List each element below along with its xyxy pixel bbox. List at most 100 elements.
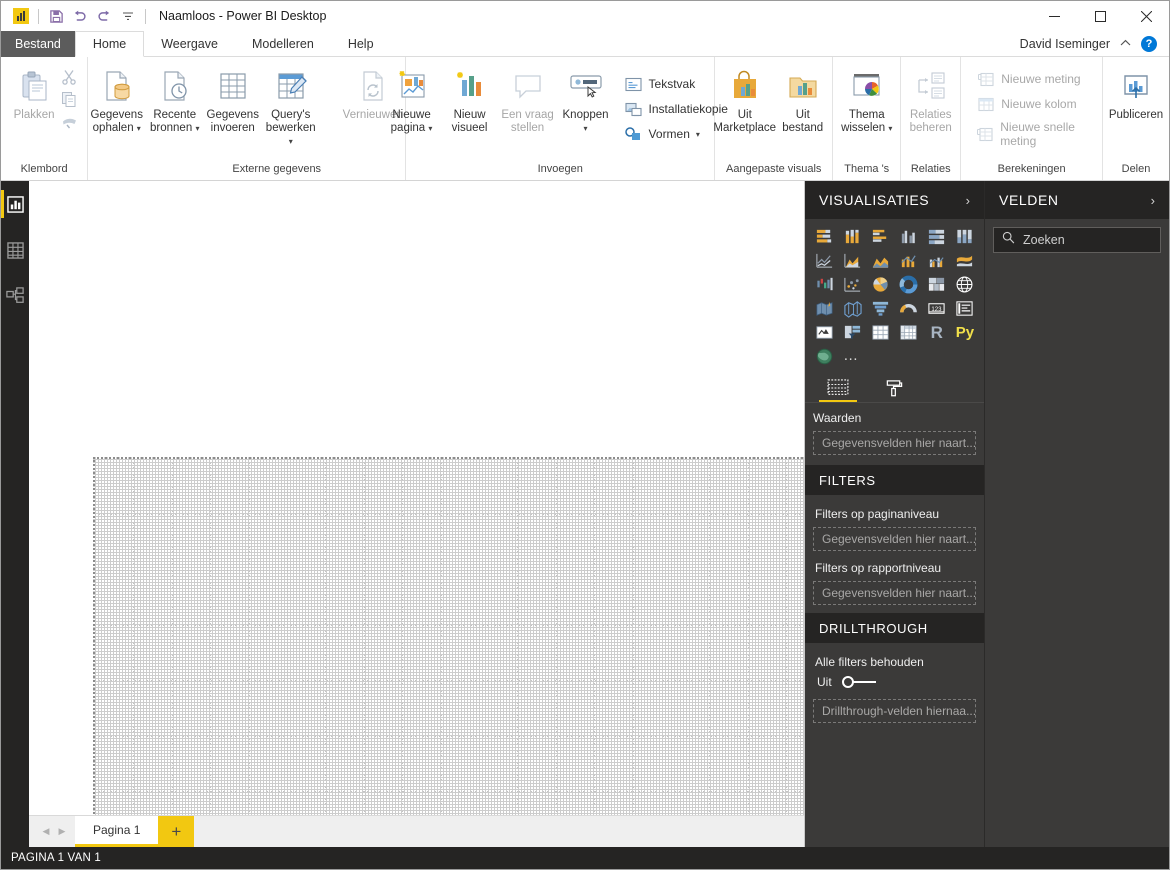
- canvas-gridline-vertical: [172, 459, 173, 847]
- viz-100-stacked-bar-chart[interactable]: [924, 225, 950, 247]
- viz-filled-map[interactable]: [811, 297, 837, 319]
- new-visual-button[interactable]: Nieuw visueel: [441, 61, 499, 135]
- viz-stacked-bar-chart[interactable]: [811, 225, 837, 247]
- page-tab-pagina-1[interactable]: Pagina 1: [75, 816, 159, 847]
- customize-qat-icon[interactable]: [116, 4, 140, 28]
- page-level-filters-dropzone[interactable]: Gegevensvelden hier naart...: [813, 527, 976, 551]
- tab-fields-well[interactable]: [815, 374, 861, 402]
- format-painter-icon[interactable]: [59, 111, 79, 131]
- viz-table[interactable]: [867, 321, 893, 343]
- viz-shape-map[interactable]: [839, 297, 865, 319]
- ask-question-button[interactable]: Een vraag stellen: [499, 61, 557, 135]
- page-prev-button[interactable]: ◀: [39, 826, 53, 837]
- paste-button[interactable]: Plakken: [9, 61, 59, 122]
- viz-map[interactable]: [952, 273, 978, 295]
- tab-weergave[interactable]: Weergave: [144, 31, 235, 57]
- viz-more-options[interactable]: …: [839, 345, 865, 367]
- view-switcher-rail: [1, 181, 29, 847]
- viz-gauge[interactable]: [895, 297, 921, 319]
- new-column-button[interactable]: Nieuwe kolom: [973, 93, 1090, 115]
- page-nav-arrows: ◀ ▶: [29, 816, 75, 847]
- report-page-canvas[interactable]: [93, 457, 804, 847]
- viz-matrix[interactable]: [895, 321, 921, 343]
- viz-kpi[interactable]: [811, 321, 837, 343]
- collapse-ribbon-icon[interactable]: [1120, 38, 1131, 50]
- search-input[interactable]: Zoeken: [1023, 233, 1065, 247]
- report-view-icon: [6, 195, 24, 213]
- maximize-button[interactable]: [1077, 1, 1123, 31]
- chevron-down-icon[interactable]: ▾: [696, 130, 700, 139]
- get-data-button[interactable]: Gegevens ophalen ▾: [88, 61, 146, 135]
- undo-icon[interactable]: [68, 4, 92, 28]
- redo-icon[interactable]: [92, 4, 116, 28]
- report-canvas-area[interactable]: ◀ ▶ Pagina 1 +: [29, 181, 805, 847]
- account-user-name[interactable]: David Iseminger: [1020, 37, 1110, 51]
- page-next-button[interactable]: ▶: [55, 826, 69, 837]
- publish-button[interactable]: Publiceren: [1107, 61, 1165, 122]
- close-button[interactable]: [1123, 1, 1169, 31]
- viz-line-and-clustered-column-chart[interactable]: [924, 249, 950, 271]
- chevron-down-icon[interactable]: ▾: [888, 124, 892, 133]
- tab-help[interactable]: Help: [330, 31, 391, 57]
- recent-sources-button[interactable]: Recente bronnen ▾: [146, 61, 204, 135]
- cut-icon[interactable]: [59, 67, 79, 87]
- viz-donut-chart[interactable]: [895, 273, 921, 295]
- viz-card[interactable]: 123: [924, 297, 950, 319]
- chevron-down-icon[interactable]: ▾: [195, 124, 199, 133]
- viz-multi-row-card[interactable]: [952, 297, 978, 319]
- viz-100-stacked-column-chart[interactable]: [952, 225, 978, 247]
- from-file-button[interactable]: Uit bestand: [774, 61, 832, 135]
- viz-ribbon-chart[interactable]: [952, 249, 978, 271]
- chevron-down-icon[interactable]: ▾: [428, 124, 432, 133]
- minimize-button[interactable]: [1031, 1, 1077, 31]
- tab-modelleren[interactable]: Modelleren: [234, 31, 331, 57]
- ribbon-group-invoegen: Nieuwe pagina ▾ Nieuw visueel Een vraag …: [391, 57, 728, 180]
- chevron-right-icon[interactable]: ›: [966, 193, 970, 208]
- switch-theme-button[interactable]: Thema wisselen ▾: [838, 61, 896, 135]
- viz-clustered-bar-chart[interactable]: [867, 225, 893, 247]
- save-icon[interactable]: [44, 4, 68, 28]
- tab-home[interactable]: Home: [74, 31, 145, 57]
- copy-icon[interactable]: [59, 89, 79, 109]
- viz-pie-chart[interactable]: [867, 273, 893, 295]
- viz-treemap[interactable]: [924, 273, 950, 295]
- viz-waterfall-chart[interactable]: [811, 273, 837, 295]
- sidebar-item-model-view[interactable]: [1, 279, 29, 313]
- chevron-down-icon[interactable]: ▾: [137, 124, 141, 133]
- viz-slicer[interactable]: [839, 321, 865, 343]
- viz-clustered-column-chart[interactable]: [895, 225, 921, 247]
- edit-queries-button[interactable]: Query's bewerken ▾: [262, 61, 320, 148]
- chevron-right-icon[interactable]: ›: [1151, 193, 1155, 208]
- manage-relationships-button[interactable]: Relaties beheren: [902, 61, 960, 135]
- buttons-button[interactable]: Knoppen ▾: [557, 61, 615, 135]
- viz-funnel[interactable]: [867, 297, 893, 319]
- fields-search-box[interactable]: Zoeken: [993, 227, 1161, 253]
- new-quick-measure-button[interactable]: Nieuwe snelle meting: [973, 118, 1090, 150]
- drillthrough-dropzone[interactable]: Drillthrough-velden hiernaa...: [813, 699, 976, 723]
- help-icon[interactable]: ?: [1141, 35, 1157, 52]
- chevron-down-icon[interactable]: ▾: [584, 124, 588, 133]
- tab-format[interactable]: [871, 374, 917, 402]
- viz-arcgis-map[interactable]: [811, 345, 837, 367]
- viz-stacked-area-chart[interactable]: [867, 249, 893, 271]
- from-marketplace-button[interactable]: Uit Marketplace: [713, 61, 776, 135]
- report-level-filters-dropzone[interactable]: Gegevensvelden hier naart...: [813, 581, 976, 605]
- viz-stacked-column-chart[interactable]: [839, 225, 865, 247]
- new-visual-label: Nieuw visueel: [451, 109, 488, 134]
- add-page-button[interactable]: +: [158, 816, 195, 847]
- viz-python-visual[interactable]: Py: [952, 321, 978, 343]
- new-measure-button[interactable]: Nieuwe meting: [973, 68, 1090, 90]
- sidebar-item-report-view[interactable]: [1, 187, 29, 221]
- viz-line-and-stacked-column-chart[interactable]: [895, 249, 921, 271]
- viz-line-chart[interactable]: [811, 249, 837, 271]
- viz-r-script-visual[interactable]: R: [924, 321, 950, 343]
- viz-area-chart[interactable]: [839, 249, 865, 271]
- new-page-button[interactable]: Nieuwe pagina ▾: [383, 61, 441, 135]
- chevron-down-icon[interactable]: ▾: [289, 137, 293, 146]
- keep-all-filters-toggle[interactable]: [841, 676, 876, 688]
- viz-scatter-chart[interactable]: [839, 273, 865, 295]
- values-dropzone[interactable]: Gegevensvelden hier naart...: [813, 431, 976, 455]
- sidebar-item-data-view[interactable]: [1, 233, 29, 267]
- tab-bestand[interactable]: Bestand: [1, 31, 75, 57]
- enter-data-button[interactable]: Gegevens invoeren: [204, 61, 262, 135]
